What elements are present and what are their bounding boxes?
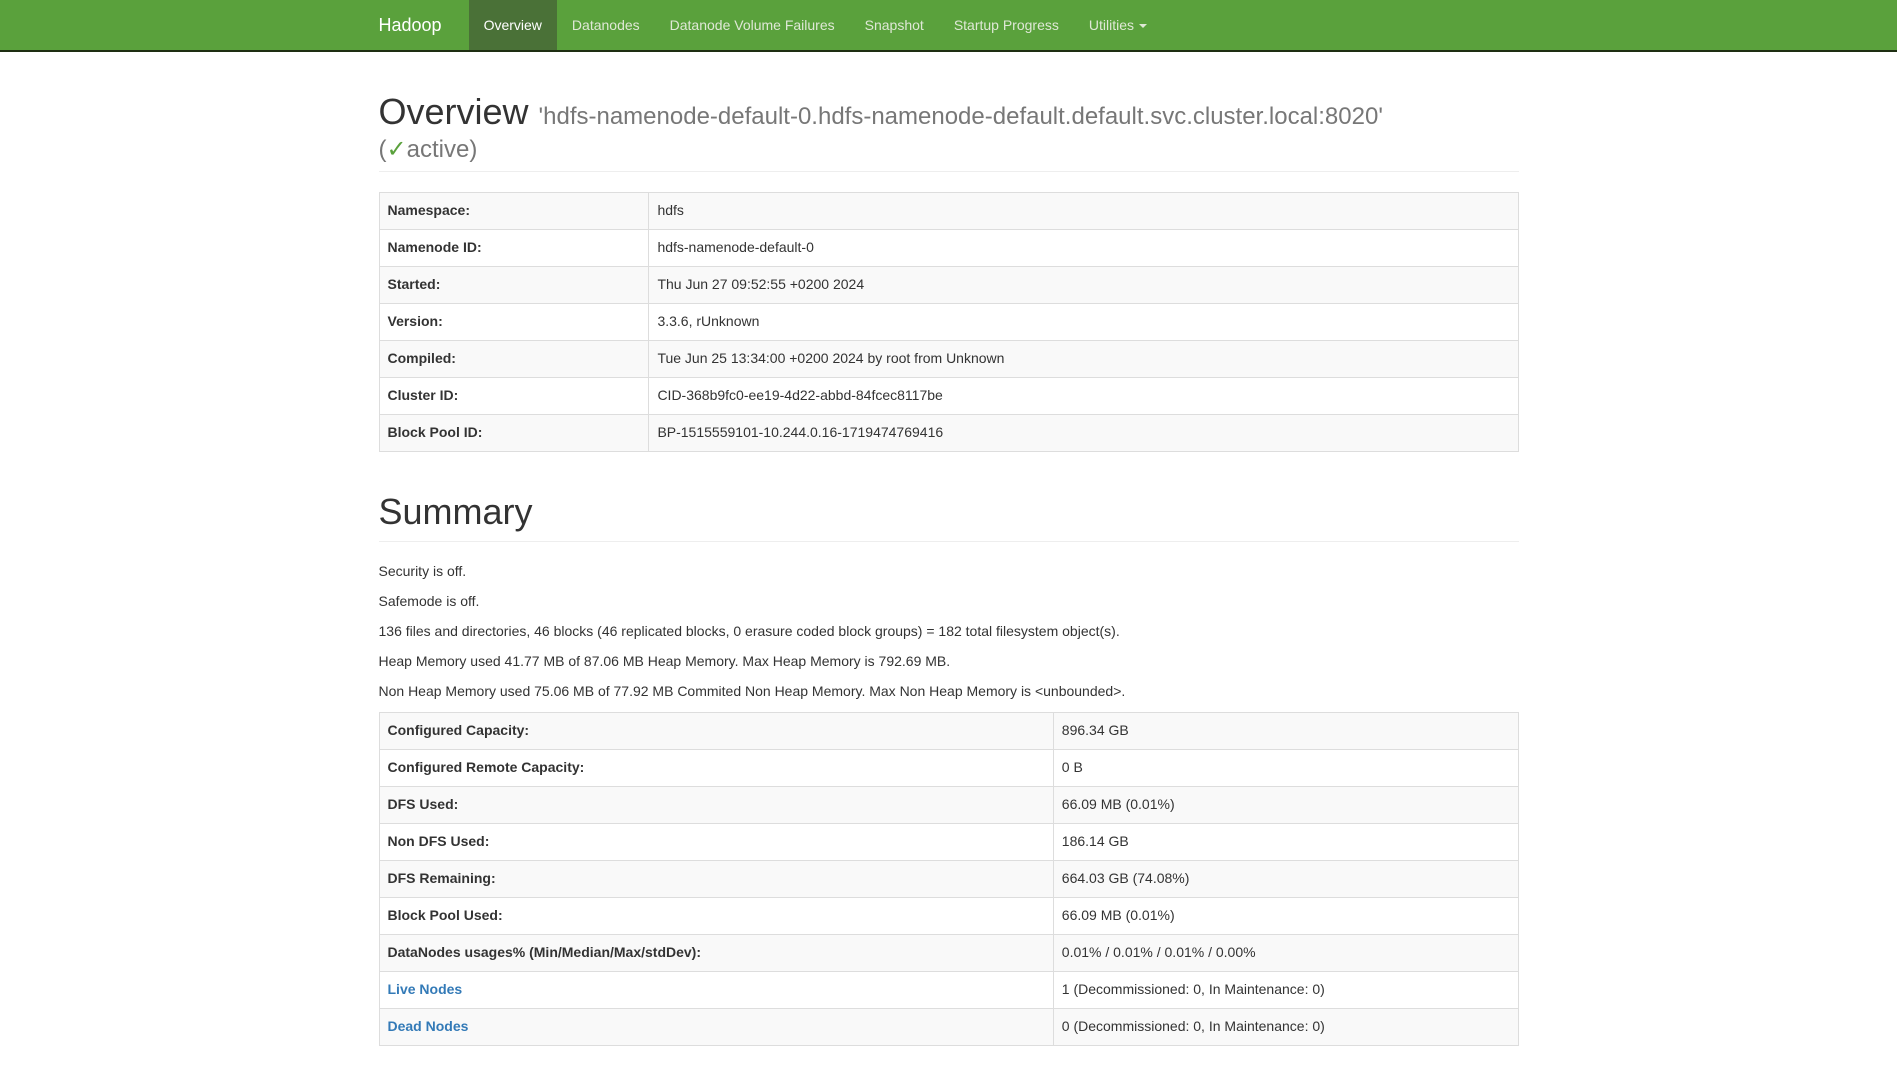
row-value: hdfs <box>649 193 1518 230</box>
row-value: Thu Jun 27 09:52:55 +0200 2024 <box>649 266 1518 303</box>
row-label: Started: <box>379 266 649 303</box>
table-row: Configured Capacity:896.34 GB <box>379 712 1518 749</box>
row-value: 1 (Decommissioned: 0, In Maintenance: 0) <box>1053 971 1518 1008</box>
row-label: Version: <box>379 303 649 340</box>
row-value: 0 (Decommissioned: 0, In Maintenance: 0) <box>1053 1008 1518 1045</box>
table-row: Compiled:Tue Jun 25 13:34:00 +0200 2024 … <box>379 340 1518 377</box>
row-label: DFS Remaining: <box>379 860 1053 897</box>
state-open-paren: ( <box>379 136 387 163</box>
table-row: Live Nodes 1 (Decommissioned: 0, In Maint… <box>379 971 1518 1008</box>
nav-item-overview[interactable]: Overview <box>469 0 557 50</box>
table-row: Dead Nodes 0 (Decommissioned: 0, In Maint… <box>379 1008 1518 1045</box>
namenode-state: (✓active) <box>379 138 1519 162</box>
table-row: DFS Used:66.09 MB (0.01%) <box>379 786 1518 823</box>
nav-item-datanode-volume-failures[interactable]: Datanode Volume Failures <box>655 0 850 50</box>
nav-item-utilities-label: Utilities <box>1089 17 1134 33</box>
state-close-paren: ) <box>469 136 477 163</box>
table-row: Block Pool ID:BP-1515559101-10.244.0.16-… <box>379 414 1518 451</box>
page-title-text: Overview <box>379 91 529 132</box>
row-value: CID-368b9fc0-ee19-4d22-abbd-84fcec8117be <box>649 377 1518 414</box>
row-label: Compiled: <box>379 340 649 377</box>
table-row: DataNodes usages% (Min/Median/Max/stdDev… <box>379 934 1518 971</box>
nav-item-datanodes[interactable]: Datanodes <box>557 0 655 50</box>
row-label: Non DFS Used: <box>379 823 1053 860</box>
table-row: Cluster ID:CID-368b9fc0-ee19-4d22-abbd-8… <box>379 377 1518 414</box>
security-status-text: Security is off. <box>379 562 1519 582</box>
row-value: BP-1515559101-10.244.0.16-1719474769416 <box>649 414 1518 451</box>
table-row: Block Pool Used:66.09 MB (0.01%) <box>379 897 1518 934</box>
row-label: Live Nodes <box>379 971 1053 1008</box>
main-content: Overview 'hdfs-namenode-default-0.hdfs-n… <box>364 92 1534 1046</box>
state-label: active <box>407 136 470 163</box>
overview-page-header: Overview 'hdfs-namenode-default-0.hdfs-n… <box>379 92 1519 172</box>
dead-nodes-link[interactable]: Dead Nodes <box>388 1018 469 1034</box>
table-row: Namenode ID:hdfs-namenode-default-0 <box>379 229 1518 266</box>
row-value: 66.09 MB (0.01%) <box>1053 786 1518 823</box>
row-label: Cluster ID: <box>379 377 649 414</box>
table-row: Namespace:hdfs <box>379 193 1518 230</box>
page-title: Overview 'hdfs-namenode-default-0.hdfs-n… <box>379 92 1519 162</box>
summary-title: Summary <box>379 492 1519 532</box>
table-row: Started:Thu Jun 27 09:52:55 +0200 2024 <box>379 266 1518 303</box>
row-label: DataNodes usages% (Min/Median/Max/stdDev… <box>379 934 1053 971</box>
row-label: Configured Remote Capacity: <box>379 749 1053 786</box>
non-heap-memory-text: Non Heap Memory used 75.06 MB of 77.92 M… <box>379 682 1519 702</box>
summary-table: Configured Capacity:896.34 GB Configured… <box>379 712 1519 1046</box>
safemode-status-text: Safemode is off. <box>379 592 1519 612</box>
row-label: Namespace: <box>379 193 649 230</box>
summary-page-header: Summary <box>379 492 1519 542</box>
row-value: 0.01% / 0.01% / 0.01% / 0.00% <box>1053 934 1518 971</box>
overview-table: Namespace:hdfs Namenode ID:hdfs-namenode… <box>379 192 1519 452</box>
namenode-host: 'hdfs-namenode-default-0.hdfs-namenode-d… <box>539 103 1383 130</box>
table-row: Version:3.3.6, rUnknown <box>379 303 1518 340</box>
table-row: DFS Remaining:664.03 GB (74.08%) <box>379 860 1518 897</box>
nav-item-startup-progress[interactable]: Startup Progress <box>939 0 1074 50</box>
row-value: 664.03 GB (74.08%) <box>1053 860 1518 897</box>
row-label: Dead Nodes <box>379 1008 1053 1045</box>
navbar-brand[interactable]: Hadoop <box>379 0 457 50</box>
row-value: 66.09 MB (0.01%) <box>1053 897 1518 934</box>
row-value: 186.14 GB <box>1053 823 1518 860</box>
heap-memory-text: Heap Memory used 41.77 MB of 87.06 MB He… <box>379 652 1519 672</box>
row-value: 3.3.6, rUnknown <box>649 303 1518 340</box>
filesystem-objects-text: 136 files and directories, 46 blocks (46… <box>379 622 1519 642</box>
navbar-menu: Overview Datanodes Datanode Volume Failu… <box>469 0 1162 50</box>
row-value: hdfs-namenode-default-0 <box>649 229 1518 266</box>
table-row: Configured Remote Capacity:0 B <box>379 749 1518 786</box>
caret-down-icon <box>1139 24 1147 28</box>
top-navbar: Hadoop Overview Datanodes Datanode Volum… <box>0 0 1897 52</box>
nav-item-snapshot[interactable]: Snapshot <box>850 0 939 50</box>
live-nodes-link[interactable]: Live Nodes <box>388 981 463 997</box>
row-value: Tue Jun 25 13:34:00 +0200 2024 by root f… <box>649 340 1518 377</box>
row-label: Configured Capacity: <box>379 712 1053 749</box>
row-label: Namenode ID: <box>379 229 649 266</box>
check-icon: ✓ <box>387 136 407 163</box>
row-value: 0 B <box>1053 749 1518 786</box>
nav-item-utilities[interactable]: Utilities <box>1074 0 1162 50</box>
row-label: Block Pool ID: <box>379 414 649 451</box>
row-label: Block Pool Used: <box>379 897 1053 934</box>
row-value: 896.34 GB <box>1053 712 1518 749</box>
row-label: DFS Used: <box>379 786 1053 823</box>
table-row: Non DFS Used:186.14 GB <box>379 823 1518 860</box>
